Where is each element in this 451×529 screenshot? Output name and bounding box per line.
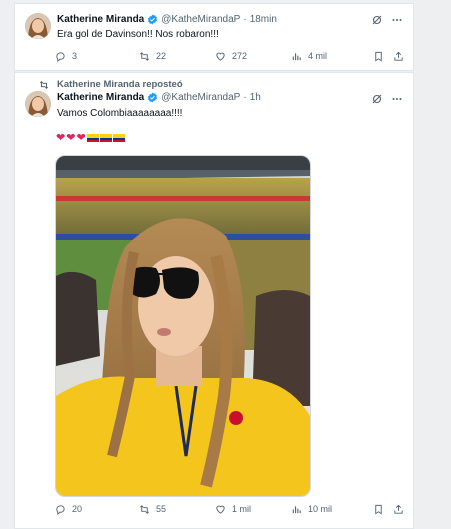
repost-icon [39, 80, 49, 89]
reply-icon [56, 51, 65, 62]
bookmark-icon [375, 51, 382, 61]
timestamp[interactable]: 1h [250, 92, 261, 103]
bookmark-icon [375, 504, 382, 514]
reply-count: 3 [72, 51, 78, 61]
author-handle[interactable]: @KatheMirandaP [161, 92, 240, 103]
timestamp[interactable]: 18min [250, 14, 277, 25]
share-button[interactable] [393, 504, 404, 515]
repost-count: 22 [156, 51, 167, 61]
reply-button[interactable]: 20 [55, 504, 82, 515]
bookmark-button[interactable] [373, 51, 384, 62]
author-handle[interactable]: @KatheMirandaP [161, 14, 240, 25]
avatar[interactable] [25, 13, 51, 39]
share-button[interactable] [393, 51, 404, 62]
like-icon [216, 52, 225, 61]
tweet-text: Era gol de Davinson!! Nos robaron!!! [57, 29, 219, 40]
tweet-photo[interactable] [55, 155, 311, 497]
tweet-card-2[interactable]: Katherine Miranda reposteó Katherine Mir… [14, 72, 414, 529]
more-icon[interactable] [391, 13, 403, 25]
share-icon [394, 51, 403, 61]
tweet-text: Vamos Colombiaaaaaaaa!!!! [57, 108, 183, 119]
views-button[interactable]: 4 mil [291, 51, 327, 62]
red-heart-icon: ❤ [56, 132, 66, 144]
reply-icon [56, 504, 65, 515]
reply-count: 20 [72, 504, 83, 514]
colombia-flag-icon [86, 134, 99, 142]
more-icon[interactable] [391, 92, 403, 104]
author-name[interactable]: Katherine Miranda [57, 14, 144, 25]
colombia-flag-icon [99, 134, 112, 142]
like-button[interactable]: 272 [215, 51, 247, 62]
verified-badge-icon [147, 14, 158, 25]
repost-count: 55 [156, 504, 167, 514]
separator-dot: · [243, 92, 247, 103]
like-icon [216, 505, 225, 514]
like-count: 272 [232, 51, 248, 61]
reply-button[interactable]: 3 [55, 51, 77, 62]
colombia-flag-icon [112, 134, 125, 142]
red-heart-icon: ❤ [66, 132, 76, 144]
views-button[interactable]: 10 mil [291, 504, 332, 515]
emoji-line: ❤ ❤ ❤ [56, 132, 125, 144]
repost-label: Katherine Miranda reposteó [57, 79, 183, 90]
share-icon [394, 504, 403, 514]
grok-icon[interactable] [371, 13, 383, 25]
bookmark-button[interactable] [373, 504, 384, 515]
avatar[interactable] [25, 91, 51, 117]
author-name[interactable]: Katherine Miranda [57, 92, 144, 103]
views-icon [292, 52, 301, 60]
grok-icon[interactable] [371, 92, 383, 104]
action-bar: 20 55 1 mil 10 mil [55, 502, 407, 516]
tweet-header: Katherine Miranda @KatheMirandaP · 18min [57, 14, 277, 25]
repost-button[interactable]: 55 [139, 504, 166, 515]
repost-context[interactable]: Katherine Miranda reposteó [39, 79, 183, 90]
views-icon [292, 505, 301, 513]
tweet-header: Katherine Miranda @KatheMirandaP · 1h [57, 92, 261, 103]
separator-dot: · [243, 14, 247, 25]
views-count: 4 mil [308, 51, 328, 61]
verified-badge-icon [147, 92, 158, 103]
repost-icon [140, 504, 149, 514]
red-heart-icon: ❤ [76, 132, 86, 144]
views-count: 10 mil [308, 504, 333, 514]
repost-icon [140, 51, 149, 61]
selfie-stadium-image [56, 156, 310, 496]
action-bar: 3 22 272 4 mil [55, 49, 407, 63]
like-button[interactable]: 1 mil [215, 504, 251, 515]
repost-button[interactable]: 22 [139, 51, 166, 62]
tweet-card-1[interactable]: Katherine Miranda @KatheMirandaP · 18min… [14, 3, 414, 71]
like-count: 1 mil [232, 504, 252, 514]
